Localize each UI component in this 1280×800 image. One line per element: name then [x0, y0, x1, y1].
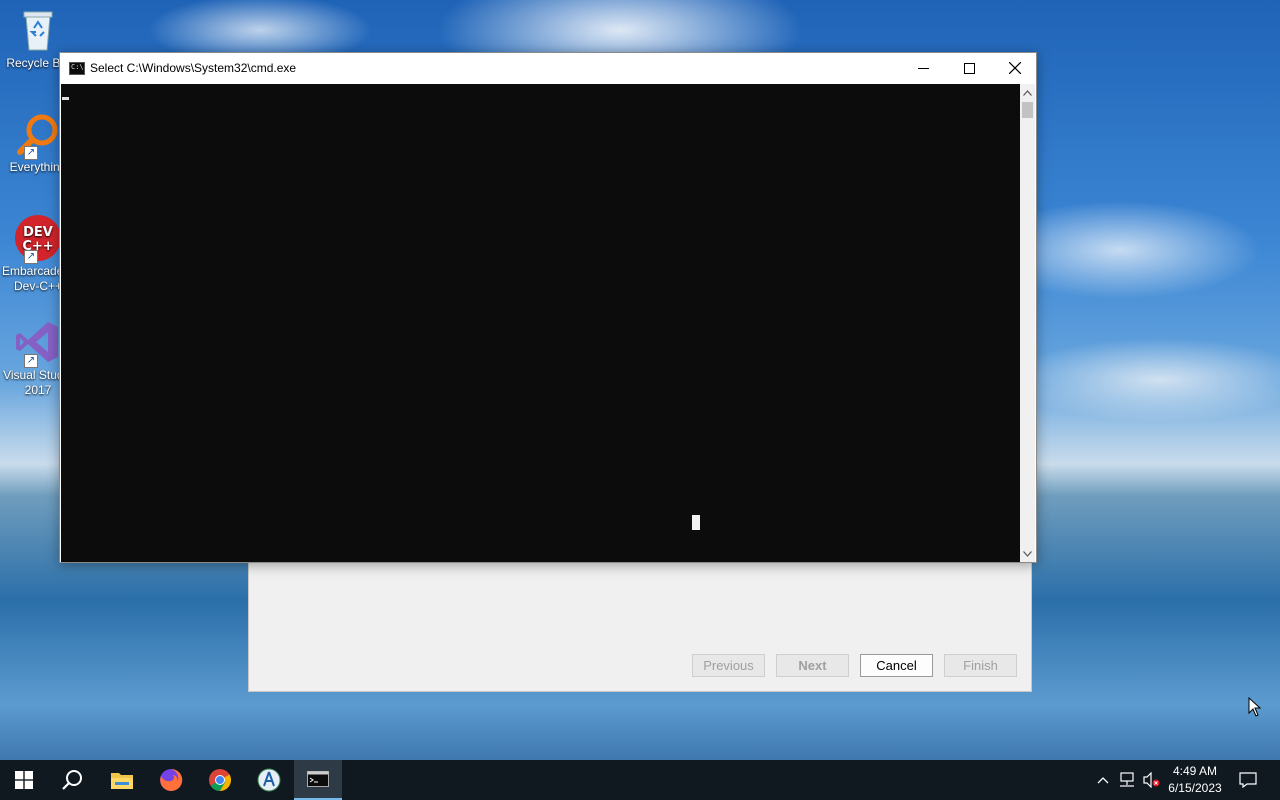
window-title: Select C:\Windows\System32\cmd.exe: [90, 61, 297, 75]
title-bar[interactable]: C:\ Select C:\Windows\System32\cmd.exe: [60, 53, 1036, 84]
cancel-button[interactable]: Cancel: [860, 654, 933, 677]
svg-text:DEV: DEV: [23, 225, 53, 240]
previous-button[interactable]: Previous: [692, 654, 765, 677]
start-button[interactable]: [0, 760, 48, 800]
taskbar-android-studio[interactable]: [245, 760, 293, 800]
chevron-down-icon: [1023, 550, 1032, 557]
taskbar-firefox[interactable]: [147, 760, 195, 800]
volume-muted-icon: [1143, 772, 1160, 788]
dev-cpp-icon: DEV C++ ↗: [14, 214, 62, 264]
vertical-scrollbar[interactable]: [1020, 84, 1035, 562]
taskbar-clock[interactable]: 4:49 AM 6/15/2023: [1160, 763, 1230, 797]
recycle-bin-icon: [14, 6, 62, 54]
visual-studio-icon: ↗: [14, 318, 62, 368]
console-icon: [307, 771, 329, 787]
taskbar-file-explorer[interactable]: [98, 760, 146, 800]
tray-show-hidden-button[interactable]: [1093, 760, 1113, 800]
chevron-up-icon: [1023, 89, 1032, 96]
shortcut-arrow-icon: ↗: [24, 354, 38, 368]
network-icon: [1120, 772, 1134, 787]
shortcut-arrow-icon: ↗: [24, 250, 38, 264]
maximize-icon: [963, 62, 975, 74]
selection-cursor: [692, 515, 700, 530]
taskbar: 4:49 AM 6/15/2023: [0, 760, 1280, 800]
chrome-icon: [209, 769, 231, 791]
shortcut-arrow-icon: ↗: [24, 146, 38, 160]
console-icon: C:\: [69, 62, 85, 75]
scroll-down-button[interactable]: [1020, 545, 1035, 562]
finish-button[interactable]: Finish: [944, 654, 1017, 677]
maximize-button[interactable]: [946, 53, 992, 83]
mouse-pointer-icon: [1248, 696, 1262, 722]
windows-start-icon: [15, 771, 33, 789]
tray-volume-button[interactable]: [1140, 760, 1162, 800]
close-button[interactable]: [992, 53, 1038, 83]
chevron-up-icon: [1097, 777, 1109, 784]
search-icon: [62, 770, 82, 790]
text-cursor: [62, 97, 69, 100]
action-center-button[interactable]: [1234, 760, 1262, 800]
clock-date: 6/15/2023: [1168, 781, 1222, 795]
wizard-dialog: Previous Next Cancel Finish: [248, 560, 1032, 692]
everything-search-icon: ↗: [14, 110, 62, 160]
notification-icon: [1239, 772, 1257, 788]
console-output[interactable]: [61, 84, 1021, 562]
android-studio-icon: [257, 768, 281, 792]
minimize-button[interactable]: [900, 53, 946, 83]
cmd-window[interactable]: C:\ Select C:\Windows\System32\cmd.exe: [59, 52, 1037, 563]
scroll-up-button[interactable]: [1020, 84, 1035, 101]
clock-time: 4:49 AM: [1172, 764, 1218, 778]
taskbar-cmd[interactable]: [294, 760, 342, 800]
minimize-icon: [917, 67, 929, 69]
search-button[interactable]: [48, 760, 96, 800]
taskbar-chrome[interactable]: [196, 760, 244, 800]
scroll-thumb[interactable]: [1022, 102, 1033, 118]
tray-network-button[interactable]: [1116, 760, 1138, 800]
folder-icon: [111, 773, 133, 789]
close-icon: [1009, 62, 1021, 74]
next-button[interactable]: Next: [776, 654, 849, 677]
firefox-icon: [160, 768, 183, 791]
